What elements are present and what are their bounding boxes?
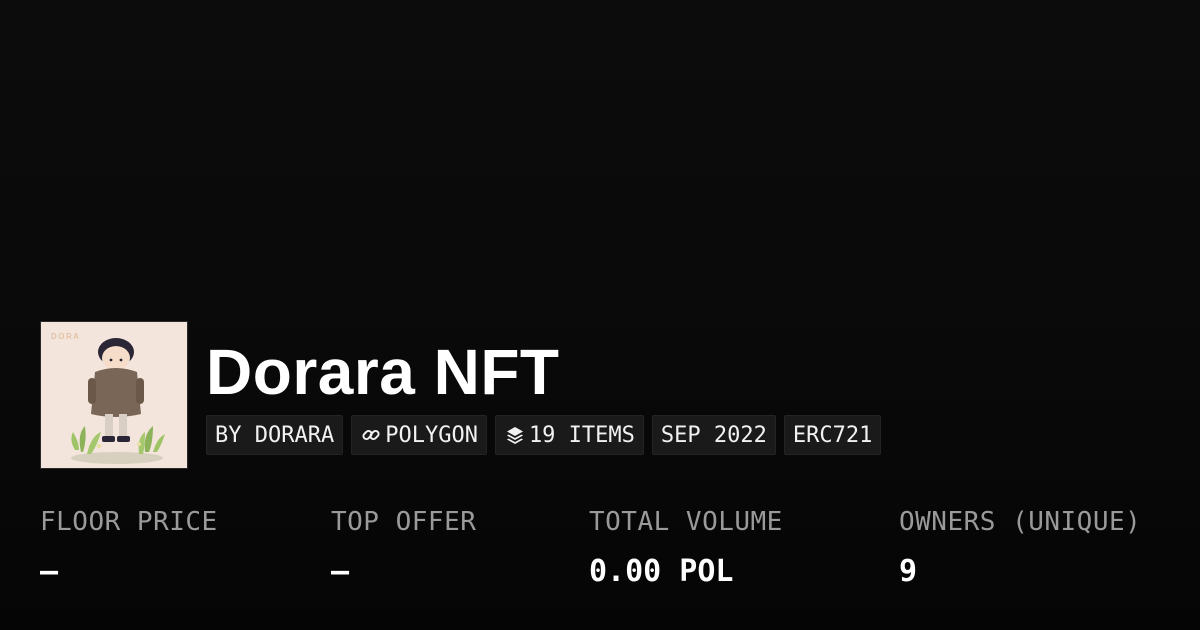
floor-price-label: FLOOR PRICE — [40, 507, 218, 537]
collection-tags: BY DORARA POLYGON 19 ITEMS SEP 2022 ERC7… — [206, 415, 882, 455]
total-volume-label: TOTAL VOLUME — [589, 507, 783, 537]
total-volume-stat: TOTAL VOLUME 0.00 POL — [589, 500, 783, 594]
date-tag: SEP 2022 — [651, 415, 776, 455]
creator-tag-label: BY DORARA — [215, 422, 335, 448]
floor-price-value: – — [40, 554, 59, 589]
collection-card: DORA Dorara NFT BY DORARA POLYGON 19 ITE… — [0, 0, 1200, 630]
owners-label: OWNERS (UNIQUE) — [899, 507, 1142, 537]
chain-tag[interactable]: POLYGON — [351, 415, 487, 455]
avatar-illustration: DORA — [41, 322, 187, 468]
chain-tag-label: POLYGON — [385, 422, 478, 448]
collection-avatar: DORA — [40, 321, 188, 469]
total-volume-value: 0.00 POL — [589, 554, 734, 589]
standard-tag: ERC721 — [783, 415, 882, 455]
creator-tag[interactable]: BY DORARA — [206, 415, 344, 455]
owners-value: 9 — [899, 554, 918, 589]
standard-tag-label: ERC721 — [792, 422, 873, 448]
collection-title: Dorara NFT — [206, 336, 560, 408]
floor-price-stat: FLOOR PRICE – — [40, 500, 218, 594]
items-tag[interactable]: 19 ITEMS — [494, 415, 644, 455]
items-tag-label: 19 ITEMS — [528, 422, 635, 448]
top-offer-label: TOP OFFER — [331, 507, 477, 537]
date-tag-label: SEP 2022 — [660, 422, 767, 448]
owners-stat: OWNERS (UNIQUE) 9 — [899, 500, 1141, 594]
layers-icon — [504, 424, 526, 446]
link-icon — [360, 424, 382, 446]
top-offer-value: – — [331, 554, 350, 589]
avatar-watermark: DORA — [51, 332, 81, 341]
top-offer-stat: TOP OFFER – — [331, 500, 476, 594]
